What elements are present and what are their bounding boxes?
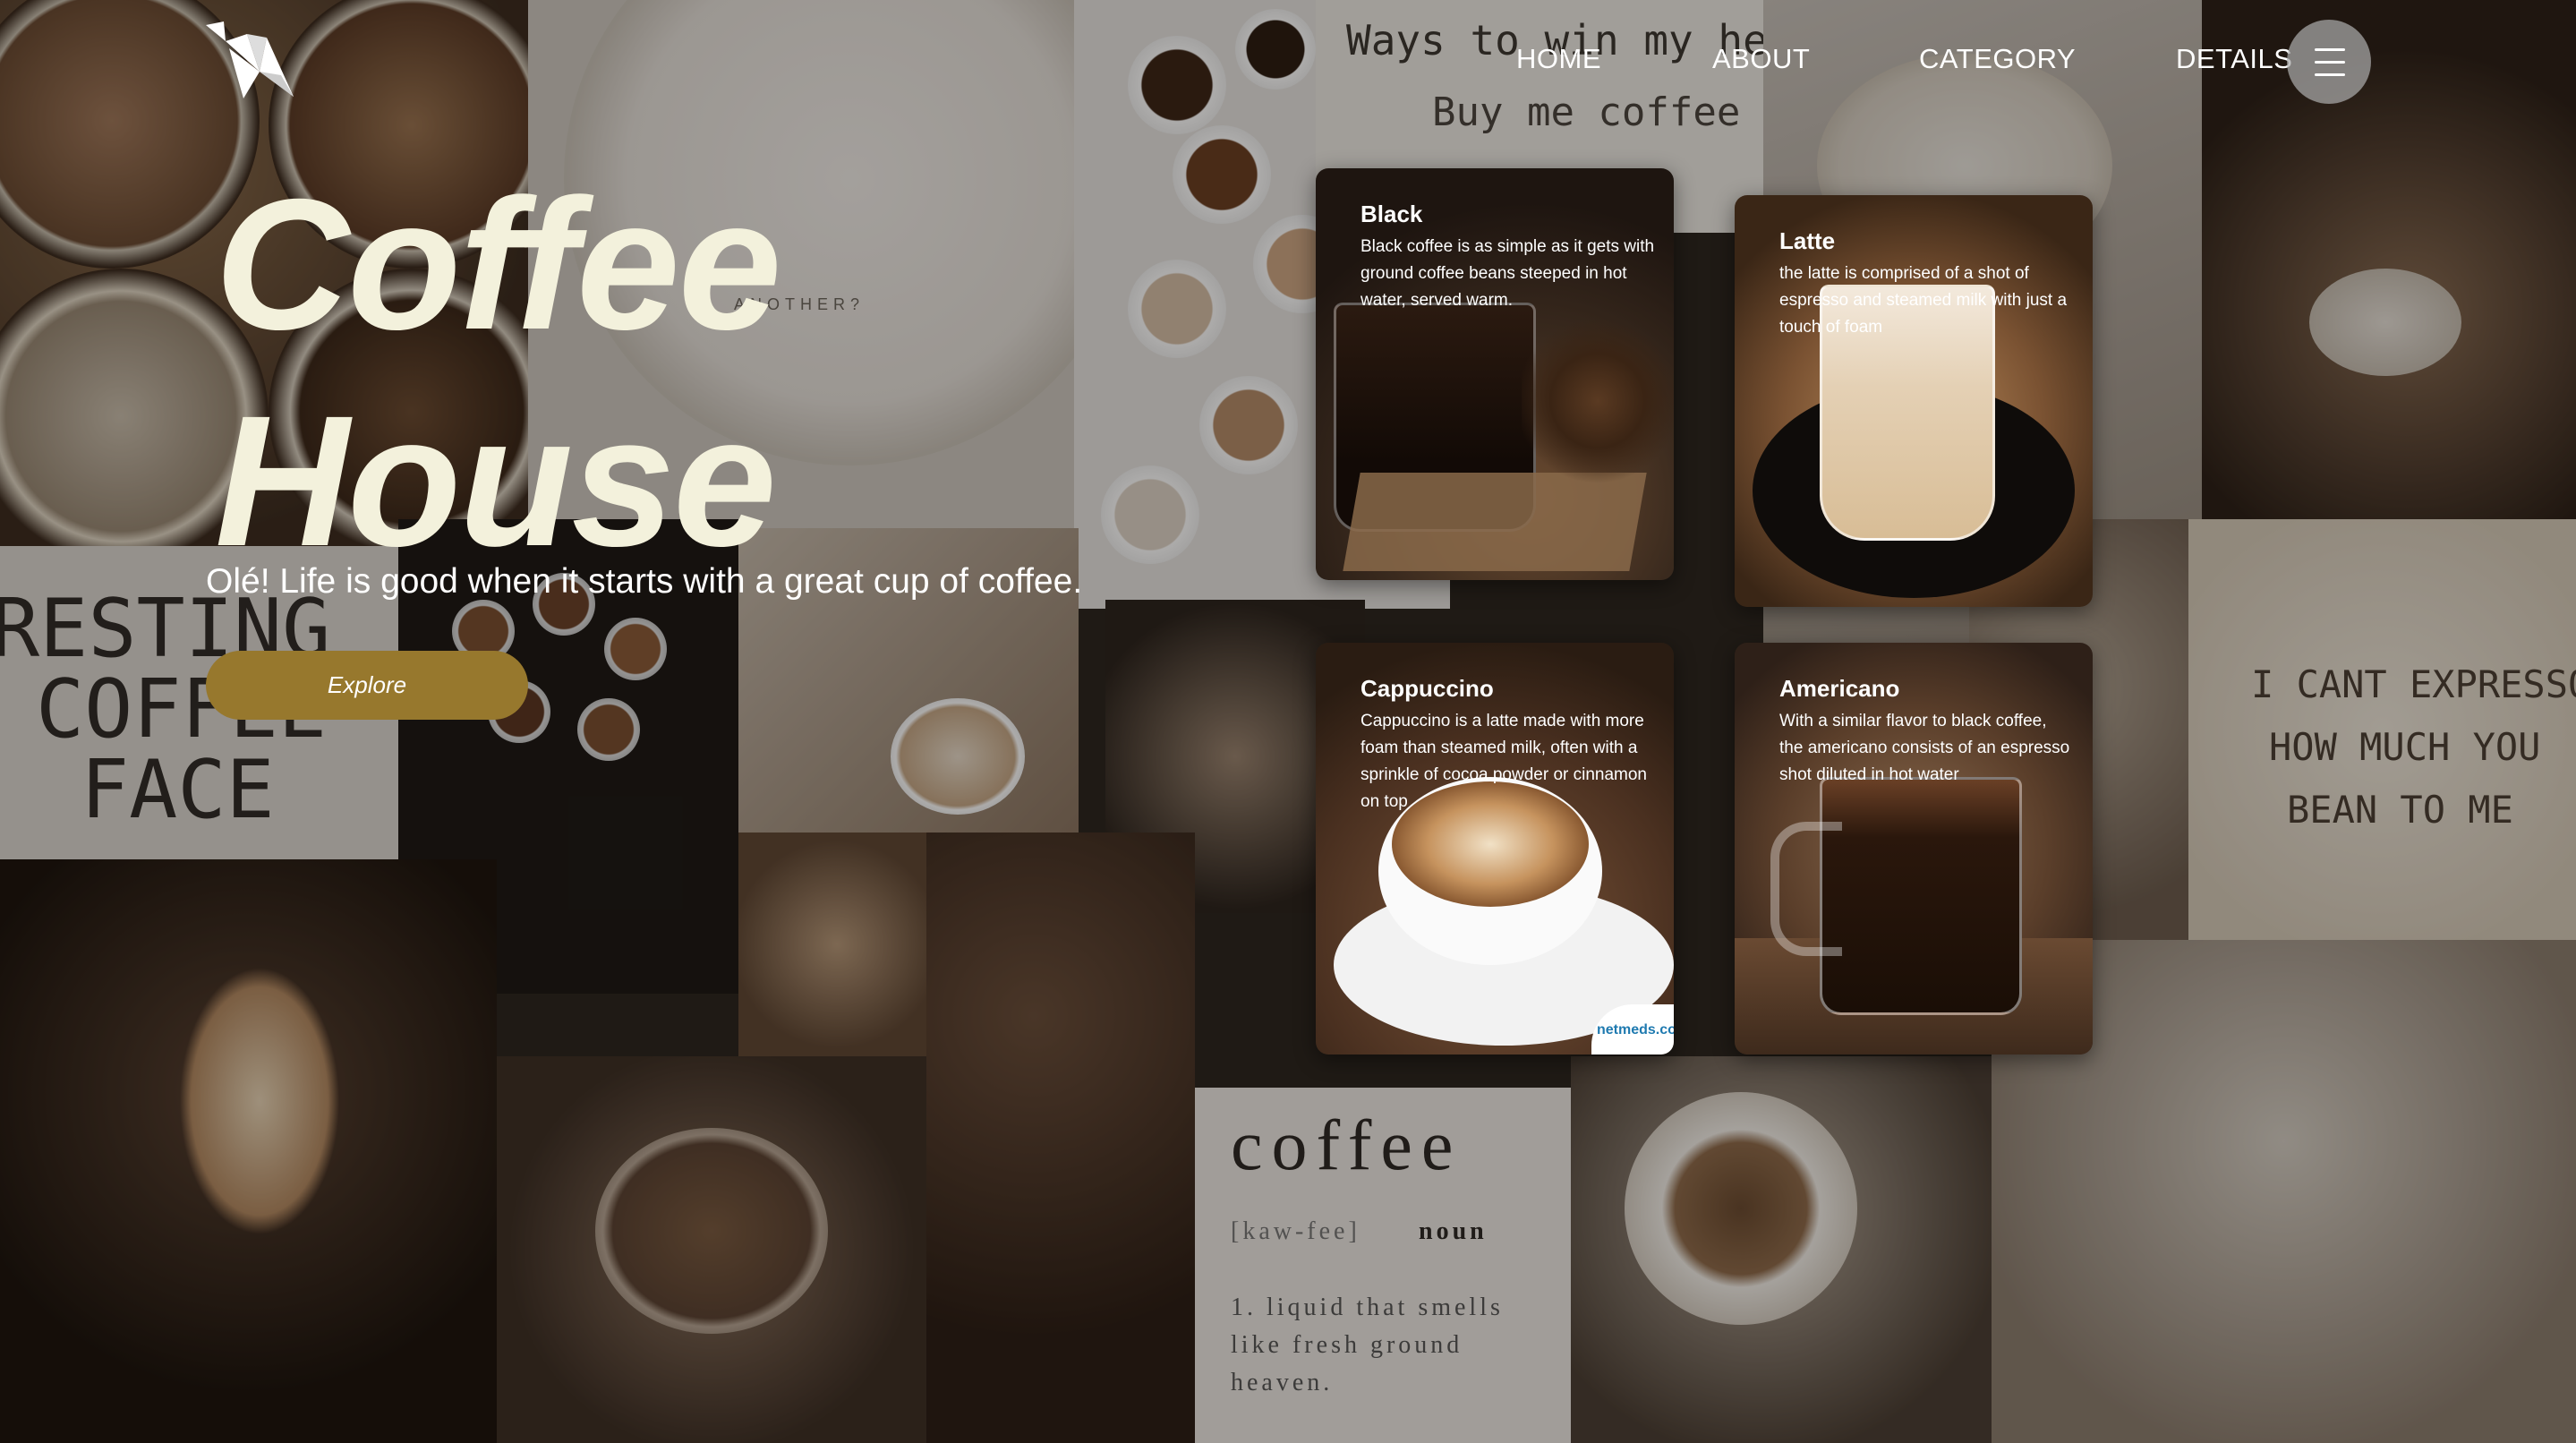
card-americano-description: With a similar flavor to black coffee, t… [1779,712,2070,784]
card-americano-title: Americano [1779,675,1900,702]
bg-dict-pos: noun [1419,1217,1488,1245]
bg-photo-espresso-glass [497,1056,926,1443]
nav-link-category[interactable]: CATEGORY [1919,43,2076,75]
card-americano[interactable]: Americano With a similar flavor to black… [1735,643,2093,1054]
bg-photo-espresso-pun: I CANT EXPRESSO HOW MUCH YOU BEAN TO ME [2188,519,2576,940]
card-latte-text: Latte the latte is comprised of a shot o… [1779,227,2075,341]
card-cappuccino-text: Cappuccino Cappuccino is a latte made wi… [1361,675,1656,815]
card-black-text: Black Black coffee is as simple as it ge… [1361,201,1656,314]
page-title-line1: Coffee [215,161,781,369]
bg-photo-iced-glass [738,832,935,1056]
card-latte-description: the latte is comprised of a shot of espr… [1779,264,2068,337]
nav-link-home[interactable]: HOME [1516,43,1601,75]
bg-dict-def-2: like fresh ground [1231,1331,1463,1359]
bg-dict-word: coffee [1231,1106,1463,1185]
bg-pun-1: I CANT EXPRESSO [2251,662,2576,706]
card-black[interactable]: Black Black coffee is as simple as it ge… [1316,168,1674,580]
card-cappuccino-title: Cappuccino [1361,675,1494,702]
hero-tagline: Olé! Life is good when it starts with a … [206,562,1083,601]
nav-link-details[interactable]: DETAILS [2176,43,2292,75]
card-cappuccino[interactable]: netmeds.com Cappuccino Cappuccino is a l… [1316,643,1674,1054]
bg-dict-def-3: heaven. [1231,1369,1334,1396]
page-title-line2: House [215,378,777,585]
card-americano-text: Americano With a similar flavor to black… [1779,675,2075,789]
bg-photo-dictionary: coffee [kaw-fee] noun 1. liquid that sme… [1195,1088,1571,1443]
nav-link-about[interactable]: ABOUT [1712,43,1810,75]
bg-pun-3: BEAN TO ME [2287,788,2513,832]
bg-quote-line2: Buy me coffee [1432,90,1741,135]
explore-button[interactable]: Explore [206,651,528,720]
main-nav: HOME ABOUT CATEGORY DETAILS [0,43,2576,82]
card-black-title: Black [1361,201,1423,227]
menu-button[interactable] [2287,20,2371,104]
card-black-description: Black coffee is as simple as it gets wit… [1361,237,1655,310]
bg-photo-splash [0,859,497,1443]
card-cappuccino-description: Cappuccino is a latte made with more foa… [1361,712,1648,811]
bg-photo-saucer [1571,1056,1992,1443]
bg-pun-2: HOW MUCH YOU [2269,725,2541,769]
bg-resting-3: FACE [81,743,275,837]
bg-photo-beans [926,832,1195,1443]
card-latte[interactable]: Latte the latte is comprised of a shot o… [1735,195,2093,607]
card-latte-title: Latte [1779,227,1836,254]
page-title: Coffee House [215,157,781,590]
bg-dict-pron: [kaw-fee] [1231,1217,1361,1245]
bg-dict-def-1: 1. liquid that smells [1231,1294,1504,1321]
